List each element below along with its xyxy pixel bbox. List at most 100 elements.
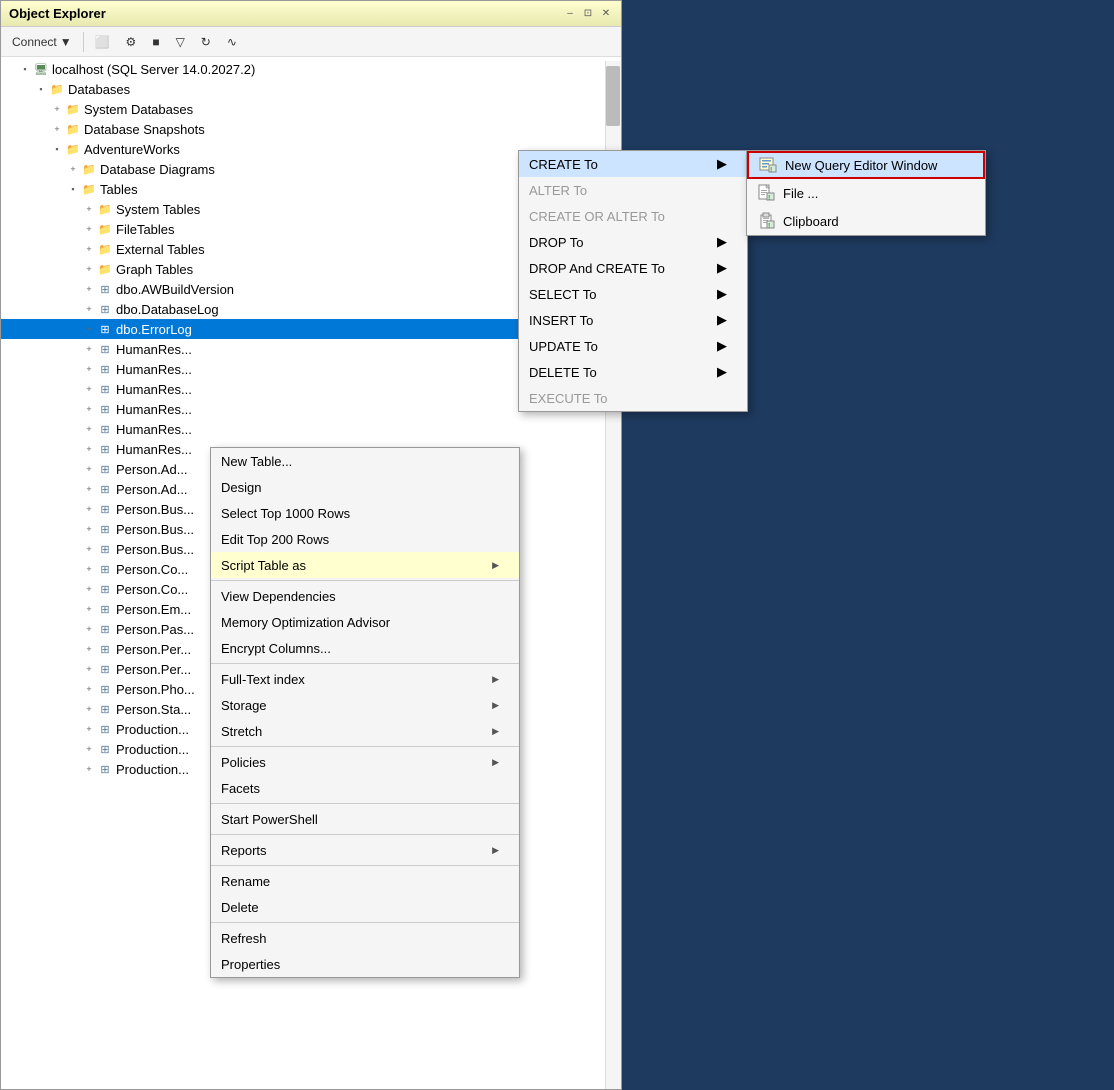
expand-production3[interactable]: + xyxy=(81,761,97,777)
connect-button[interactable]: Connect ▼ xyxy=(5,32,79,52)
person-bus1-label: Person.Bus... xyxy=(116,502,194,517)
menu-item-rename[interactable]: Rename xyxy=(211,868,519,894)
expand-dblog[interactable]: + xyxy=(81,301,97,317)
submenu-item-select-to[interactable]: SELECT To ▶ xyxy=(519,281,747,307)
production2-label: Production... xyxy=(116,742,189,757)
menu-item-stretch[interactable]: Stretch ▶ xyxy=(211,718,519,744)
submenu-item-drop-and-create-to[interactable]: DROP And CREATE To ▶ xyxy=(519,255,747,281)
menu-item-new-table-label: New Table... xyxy=(221,454,292,469)
expand-errorlog[interactable]: + xyxy=(81,321,97,337)
submenu-arrow: ▶ xyxy=(492,757,499,768)
tree-item-db-snapshots[interactable]: + 📁 Database Snapshots xyxy=(1,119,621,139)
expand-file-tables[interactable]: + xyxy=(81,221,97,237)
expand-awbuild[interactable]: + xyxy=(81,281,97,297)
close-button[interactable]: ✕ xyxy=(599,7,613,21)
menu-item-properties[interactable]: Properties xyxy=(211,951,519,977)
menu-item-memory-opt[interactable]: Memory Optimization Advisor xyxy=(211,609,519,635)
table-icon: ⊞ xyxy=(97,701,113,717)
scrollbar-thumb[interactable] xyxy=(606,66,620,126)
tree-item-humanres5[interactable]: + ⊞ HumanRes... xyxy=(1,419,621,439)
expand-person-sta[interactable]: + xyxy=(81,701,97,717)
expand-databases[interactable]: ▪ xyxy=(33,81,49,97)
submenu-item-delete-to[interactable]: DELETE To ▶ xyxy=(519,359,747,385)
filter3-button[interactable]: ▽ xyxy=(169,32,192,52)
submenu-item-create-to[interactable]: CREATE To ▶ xyxy=(519,151,747,177)
expand-production2[interactable]: + xyxy=(81,741,97,757)
expand-system-databases[interactable]: + xyxy=(49,101,65,117)
submenu-item-insert-to[interactable]: INSERT To ▶ xyxy=(519,307,747,333)
menu-item-new-table[interactable]: New Table... xyxy=(211,448,519,474)
expand-db-diagrams[interactable]: + xyxy=(65,161,81,177)
expand-person-addr1[interactable]: + xyxy=(81,461,97,477)
filter2-button[interactable]: ⚙ xyxy=(119,32,144,52)
expand-humanres4[interactable]: + xyxy=(81,401,97,417)
menu-item-start-ps[interactable]: Start PowerShell xyxy=(211,806,519,832)
expand-person-per1[interactable]: + xyxy=(81,641,97,657)
query-item-new-query-window[interactable]: ! New Query Editor Window xyxy=(747,151,985,179)
table-icon: ⊞ xyxy=(97,501,113,517)
menu-item-encrypt-cols[interactable]: Encrypt Columns... xyxy=(211,635,519,661)
submenu-arrow: ▶ xyxy=(717,260,727,276)
expand-humanres5[interactable]: + xyxy=(81,421,97,437)
menu-item-reports[interactable]: Reports ▶ xyxy=(211,837,519,863)
submenu-item-drop-to[interactable]: DROP To ▶ xyxy=(519,229,747,255)
menu-item-encrypt-cols-label: Encrypt Columns... xyxy=(221,641,331,656)
submenu-item-update-to[interactable]: UPDATE To ▶ xyxy=(519,333,747,359)
menu-item-script-table[interactable]: Script Table as ▶ xyxy=(211,552,519,578)
expand-person-co2[interactable]: + xyxy=(81,581,97,597)
menu-item-view-deps[interactable]: View Dependencies xyxy=(211,583,519,609)
expand-tables[interactable]: ▪ xyxy=(65,181,81,197)
wave-button[interactable]: ∿ xyxy=(220,32,244,52)
menu-item-select-top[interactable]: Select Top 1000 Rows xyxy=(211,500,519,526)
expand-humanres6[interactable]: + xyxy=(81,441,97,457)
menu-item-fulltext[interactable]: Full-Text index ▶ xyxy=(211,666,519,692)
menu-item-storage[interactable]: Storage ▶ xyxy=(211,692,519,718)
expand-person-bus2[interactable]: + xyxy=(81,521,97,537)
expand-person-pho[interactable]: + xyxy=(81,681,97,697)
tree-item-databases[interactable]: ▪ 📁 Databases xyxy=(1,79,621,99)
submenu-arrow: ▶ xyxy=(492,726,499,737)
expand-adventureworks[interactable]: ▪ xyxy=(49,141,65,157)
expand-person-bus1[interactable]: + xyxy=(81,501,97,517)
expand-db-snapshots[interactable]: + xyxy=(49,121,65,137)
menu-item-facets[interactable]: Facets xyxy=(211,775,519,801)
menu-item-delete[interactable]: Delete xyxy=(211,894,519,920)
expand-humanres2[interactable]: + xyxy=(81,361,97,377)
pin-button[interactable]: ⊡ xyxy=(581,7,595,21)
table-icon: ⊞ xyxy=(97,681,113,697)
expand-humanres1[interactable]: + xyxy=(81,341,97,357)
filter-button[interactable]: ⬜ xyxy=(88,32,117,52)
humanres1-label: HumanRes... xyxy=(116,342,192,357)
expand-system-tables[interactable]: + xyxy=(81,201,97,217)
menu-separator-1 xyxy=(211,580,519,581)
refresh-button[interactable]: ↻ xyxy=(194,32,218,52)
menu-item-refresh[interactable]: Refresh xyxy=(211,925,519,951)
tree-item-server[interactable]: ▪ 🖥 localhost (SQL Server 14.0.2027.2) xyxy=(1,59,621,79)
table-icon: ⊞ xyxy=(97,341,113,357)
table-icon: ⊞ xyxy=(97,581,113,597)
query-item-clipboard[interactable]: ! Clipboard xyxy=(747,207,985,235)
menu-item-policies[interactable]: Policies ▶ xyxy=(211,749,519,775)
adventureworks-label: AdventureWorks xyxy=(84,142,180,157)
expand-person-per2[interactable]: + xyxy=(81,661,97,677)
expand-person-bus3[interactable]: + xyxy=(81,541,97,557)
menu-item-select-top-label: Select Top 1000 Rows xyxy=(221,506,350,521)
menu-item-edit-top[interactable]: Edit Top 200 Rows xyxy=(211,526,519,552)
tree-item-system-databases[interactable]: + 📁 System Databases xyxy=(1,99,621,119)
stop-button[interactable]: ■ xyxy=(145,32,166,52)
query-item-file[interactable]: ! File ... xyxy=(747,179,985,207)
expand-humanres3[interactable]: + xyxy=(81,381,97,397)
expand-person-addr2[interactable]: + xyxy=(81,481,97,497)
expand-graph-tables[interactable]: + xyxy=(81,261,97,277)
expand-person-co1[interactable]: + xyxy=(81,561,97,577)
expand-server[interactable]: ▪ xyxy=(17,61,33,77)
minimize-button[interactable]: – xyxy=(563,7,577,21)
menu-item-reports-label: Reports xyxy=(221,843,267,858)
title-bar-buttons: – ⊡ ✕ xyxy=(563,7,613,21)
expand-person-pas[interactable]: + xyxy=(81,621,97,637)
expand-person-em[interactable]: + xyxy=(81,601,97,617)
expand-production1[interactable]: + xyxy=(81,721,97,737)
expand-external-tables[interactable]: + xyxy=(81,241,97,257)
menu-item-design[interactable]: Design xyxy=(211,474,519,500)
dblog-label: dbo.DatabaseLog xyxy=(116,302,219,317)
